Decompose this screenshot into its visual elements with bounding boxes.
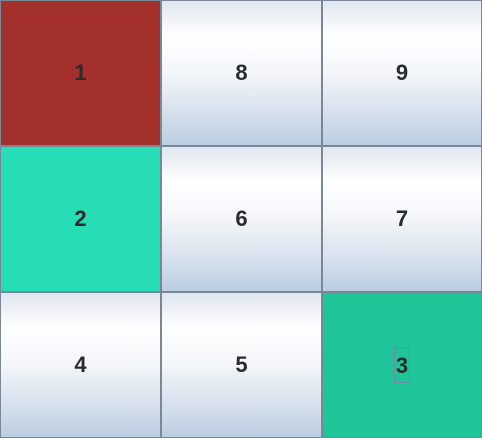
tile-8[interactable]: 8 xyxy=(161,0,322,146)
tile-label: 6 xyxy=(235,206,248,231)
tile-7[interactable]: 7 xyxy=(322,146,482,292)
tile-label: 9 xyxy=(395,60,409,85)
puzzle-board: 1 8 9 2 6 7 4 5 3 xyxy=(0,0,482,438)
tile-label: 7 xyxy=(395,206,409,231)
tile-label: 1 xyxy=(74,60,87,85)
tile-5[interactable]: 5 xyxy=(161,292,322,438)
tile-label: 5 xyxy=(235,352,248,377)
tile-9[interactable]: 9 xyxy=(322,0,482,146)
tile-6[interactable]: 6 xyxy=(161,146,322,292)
tile-label-focused: 3 xyxy=(393,347,411,383)
tile-label: 2 xyxy=(74,206,87,231)
tile-label: 8 xyxy=(235,60,248,85)
tile-4[interactable]: 4 xyxy=(0,292,161,438)
tile-1[interactable]: 1 xyxy=(0,0,161,146)
tile-label: 4 xyxy=(74,352,87,377)
tile-3[interactable]: 3 xyxy=(322,292,482,438)
tile-2[interactable]: 2 xyxy=(0,146,161,292)
